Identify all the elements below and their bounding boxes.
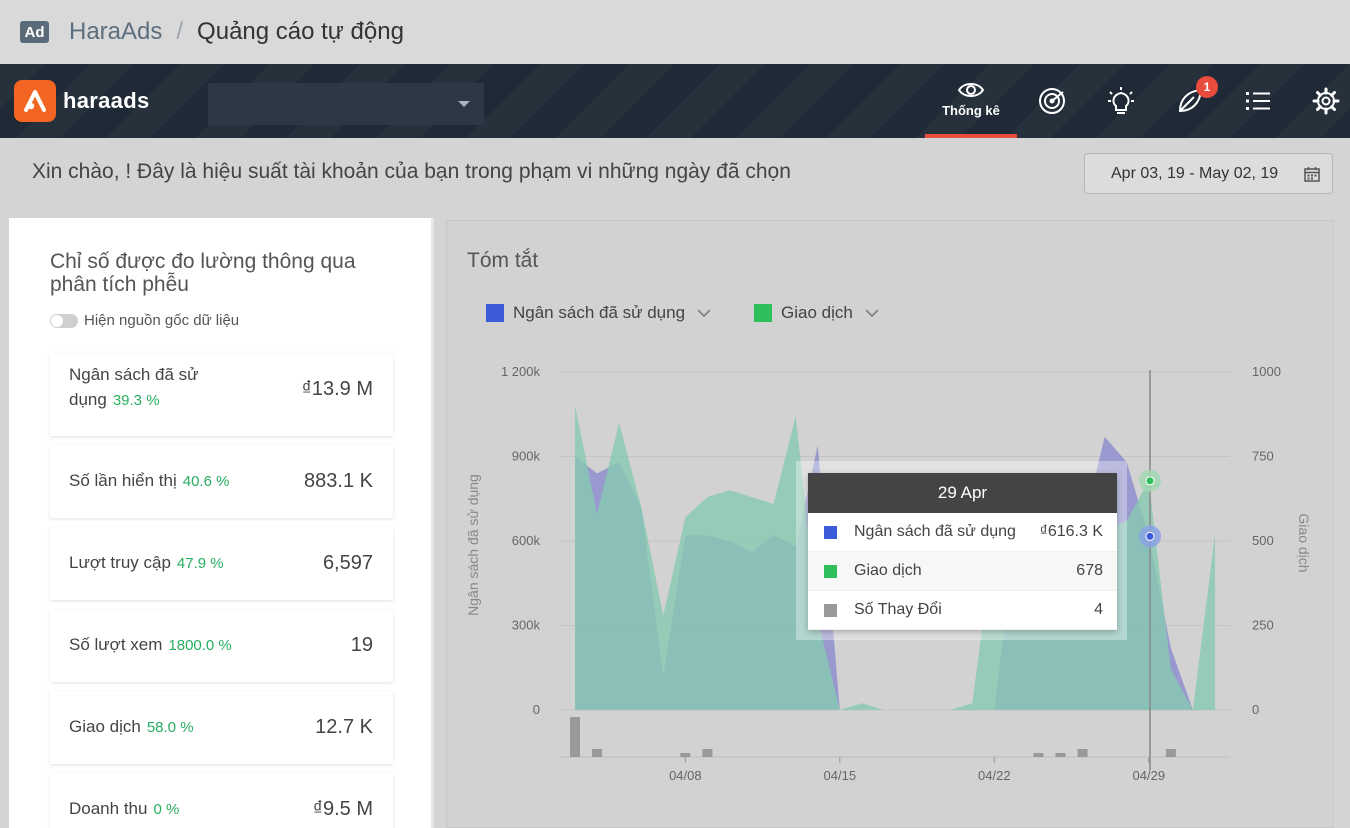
change-bar	[1165, 749, 1176, 757]
change-bar	[1055, 753, 1066, 757]
tooltip-series-name: Giao dịch	[854, 562, 922, 579]
tooltip-swatch	[824, 525, 837, 539]
y2-tick-label: 250	[1252, 618, 1274, 633]
change-bar	[1077, 749, 1088, 757]
tooltip-row: Ngân sách đã sử dụng ₫616.3 K	[808, 513, 1117, 552]
tooltip-row: Giao dịch 678	[808, 552, 1117, 591]
tooltip-swatch	[824, 603, 837, 617]
y-tick-label: 1 200k	[501, 364, 541, 379]
change-bar	[702, 749, 713, 757]
y2-tick-label: 500	[1252, 533, 1274, 548]
change-bar	[592, 749, 603, 757]
tooltip-series-value: 678	[1076, 562, 1103, 579]
y2-tick-label: 0	[1252, 702, 1259, 717]
tooltip-row: Số Thay Đổi 4	[808, 591, 1117, 630]
tooltip-series-value: ₫616.3 K	[1039, 523, 1103, 540]
y-axis-title: Ngân sách đã sử dụng	[465, 474, 481, 616]
x-tick-label: 04/15	[824, 768, 857, 783]
chart-tooltip: 29 Apr Ngân sách đã sử dụng ₫616.3 K Gia…	[808, 473, 1117, 630]
y2-tick-label: 750	[1252, 449, 1274, 464]
x-tick-label: 04/22	[978, 768, 1011, 783]
tooltip-series-name: Ngân sách đã sử dụng	[854, 523, 1016, 540]
y-tick-label: 600k	[512, 533, 541, 548]
hover-marker-transactions	[1145, 476, 1155, 486]
tooltip-date: 29 Apr	[808, 473, 1117, 513]
hover-marker-budget	[1145, 531, 1155, 541]
tooltip-series-value: 4	[1094, 601, 1103, 618]
y2-tick-label: 1000	[1252, 364, 1281, 379]
change-bar	[680, 753, 691, 757]
x-tick-label: 04/08	[669, 768, 702, 783]
x-tick-label: 04/29	[1133, 768, 1166, 783]
chart-bars	[560, 717, 1230, 758]
tooltip-swatch	[824, 564, 837, 578]
y-tick-label: 0	[533, 702, 540, 717]
y-tick-label: 300k	[512, 618, 541, 633]
summary-chart[interactable]: 0 300k 600k 900k 1 200k 0 250 500 750 1000 04/08 04…	[0, 0, 1350, 828]
y-tick-label: 900k	[512, 449, 541, 464]
y2-axis-title: Giao dịch	[1296, 513, 1312, 572]
tooltip-series-name: Số Thay Đổi	[854, 601, 942, 618]
change-bar	[570, 717, 580, 757]
change-bar	[1033, 753, 1044, 757]
